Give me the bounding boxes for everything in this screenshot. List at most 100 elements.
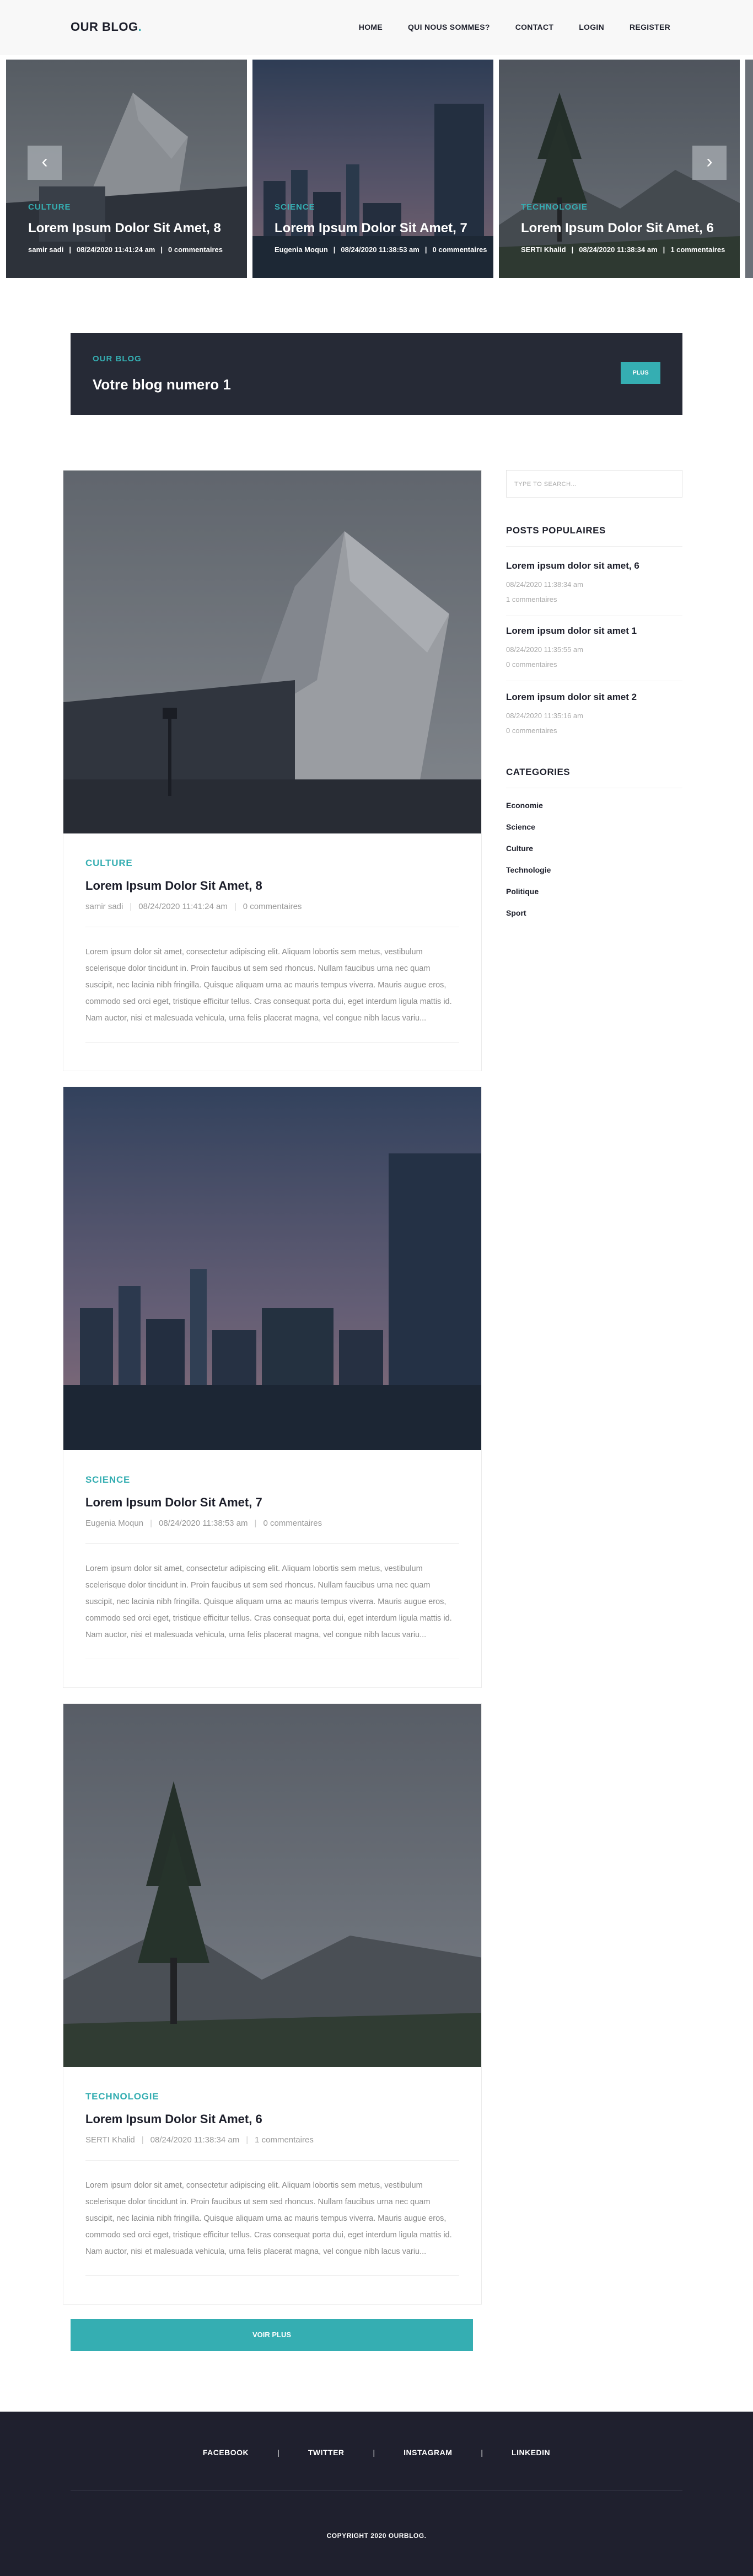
post-image[interactable] bbox=[63, 1087, 481, 1450]
post-meta: SERTI Khalid | 08/24/2020 11:38:34 am | 1 co… bbox=[85, 2135, 314, 2145]
post-author: Eugenia Moqun bbox=[85, 1519, 144, 1528]
post-date: 08/24/2020 11:38:53 am bbox=[159, 1519, 248, 1528]
popular-post-item[interactable]: Lorem ipsum dolor sit amet, 6 08/24/2020… bbox=[506, 560, 682, 603]
nav-contact[interactable]: CONTACT bbox=[515, 23, 554, 31]
nav-home[interactable]: HOME bbox=[359, 23, 383, 31]
popular-post-item[interactable]: Lorem ipsum dolor sit amet 2 08/24/2020 … bbox=[506, 692, 682, 735]
copyright: COPYRIGHT 2020 OURBLOG. bbox=[326, 2532, 427, 2540]
search-input[interactable] bbox=[507, 471, 682, 497]
popular-post-item[interactable]: Lorem ipsum dolor sit amet 1 08/24/2020 … bbox=[506, 626, 682, 669]
post-excerpt: Lorem ipsum dolor sit amet, consectetur … bbox=[85, 948, 452, 1023]
carousel-slide[interactable]: SCIENCE Lorem Ipsum Dolor Sit Amet, 7 Eu… bbox=[252, 60, 493, 278]
post-card: TECHNOLOGIE Lorem Ipsum Dolor Sit Amet, … bbox=[63, 1703, 482, 2305]
category-link-sport[interactable]: Sport bbox=[506, 908, 551, 930]
nav-login[interactable]: LOGIN bbox=[579, 23, 604, 31]
popular-post-comments: 0 commentaires bbox=[506, 726, 557, 735]
category-link-culture[interactable]: Culture bbox=[506, 844, 551, 865]
popular-post-date: 08/24/2020 11:35:55 am bbox=[506, 645, 583, 654]
main-nav: HOME QUI NOUS SOMMES? CONTACT LOGIN REGI… bbox=[359, 23, 670, 31]
post-title[interactable]: Lorem Ipsum Dolor Sit Amet, 8 bbox=[85, 879, 459, 893]
popular-post-title[interactable]: Lorem ipsum dolor sit amet 2 bbox=[506, 692, 682, 703]
post-category[interactable]: SCIENCE bbox=[85, 1474, 459, 1485]
post-card: CULTURE Lorem Ipsum Dolor Sit Amet, 8 sa… bbox=[63, 470, 482, 1071]
carousel-prev-button[interactable]: ‹ bbox=[28, 146, 62, 180]
post-category[interactable]: CULTURE bbox=[85, 858, 459, 869]
slide-title[interactable]: Lorem Ipsum Dolor Sit Amet, 8 bbox=[28, 221, 221, 236]
logo-dot: . bbox=[138, 20, 142, 34]
slide-author: Eugenia Moqun bbox=[275, 245, 328, 254]
footer-separator: | bbox=[481, 2448, 483, 2457]
slide-date: 08/24/2020 11:38:34 am bbox=[579, 245, 658, 254]
slide-comments: 1 commentaires bbox=[670, 245, 725, 254]
banner-subtitle: OUR BLOG bbox=[93, 354, 142, 364]
popular-post-date: 08/24/2020 11:38:34 am bbox=[506, 580, 583, 589]
nav-about[interactable]: QUI NOUS SOMMES? bbox=[408, 23, 490, 31]
post-image[interactable] bbox=[63, 1704, 481, 2067]
popular-post-title[interactable]: Lorem ipsum dolor sit amet, 6 bbox=[506, 560, 682, 571]
slide-comments: 0 commentaires bbox=[168, 245, 223, 254]
popular-post-title[interactable]: Lorem ipsum dolor sit amet 1 bbox=[506, 626, 682, 637]
post-title[interactable]: Lorem Ipsum Dolor Sit Amet, 6 bbox=[85, 2112, 459, 2126]
slide-meta: Eugenia Moqun | 08/24/2020 11:38:53 am | 0 c… bbox=[275, 245, 487, 254]
post-comments: 0 commentaires bbox=[263, 1519, 322, 1528]
post-category[interactable]: TECHNOLOGIE bbox=[85, 2091, 459, 2102]
carousel-next-button[interactable]: › bbox=[692, 146, 727, 180]
carousel-slide-partial bbox=[745, 60, 753, 278]
slide-title[interactable]: Lorem Ipsum Dolor Sit Amet, 7 bbox=[275, 221, 467, 236]
post-author: samir sadi bbox=[85, 902, 123, 911]
post-card: SCIENCE Lorem Ipsum Dolor Sit Amet, 7 Eu… bbox=[63, 1087, 482, 1688]
post-meta: samir sadi | 08/24/2020 11:41:24 am | 0 comm… bbox=[85, 902, 302, 911]
categories-list: Economie Science Culture Technologie Pol… bbox=[506, 801, 551, 930]
category-link-science[interactable]: Science bbox=[506, 822, 551, 844]
popular-post-date: 08/24/2020 11:35:16 am bbox=[506, 712, 583, 720]
banner-plus-button[interactable]: PLUS bbox=[621, 362, 660, 384]
post-comments: 1 commentaires bbox=[255, 2135, 314, 2145]
nav-register[interactable]: REGISTER bbox=[630, 23, 670, 31]
slide-category[interactable]: TECHNOLOGIE bbox=[521, 202, 588, 212]
post-comments: 0 commentaires bbox=[243, 902, 302, 911]
slide-date: 08/24/2020 11:41:24 am bbox=[76, 245, 155, 254]
category-link-technologie[interactable]: Technologie bbox=[506, 865, 551, 887]
post-image[interactable] bbox=[63, 471, 481, 833]
blog-banner: OUR BLOG Votre blog numero 1 PLUS bbox=[71, 333, 682, 415]
post-date: 08/24/2020 11:41:24 am bbox=[138, 902, 228, 911]
facebook-link[interactable]: FACEBOOK bbox=[203, 2448, 249, 2457]
load-more-button[interactable]: VOIR PLUS bbox=[71, 2319, 473, 2351]
social-links: FACEBOOK | TWITTER | INSTAGRAM | LINKEDI… bbox=[0, 2448, 753, 2457]
footer-divider bbox=[71, 2490, 682, 2491]
popular-post-comments: 1 commentaires bbox=[506, 595, 557, 603]
footer-separator: | bbox=[277, 2448, 279, 2457]
search-box bbox=[506, 470, 682, 498]
site-footer: FACEBOOK | TWITTER | INSTAGRAM | LINKEDI… bbox=[0, 2412, 753, 2576]
slide-category[interactable]: SCIENCE bbox=[275, 202, 315, 212]
linkedin-link[interactable]: LINKEDIN bbox=[512, 2448, 550, 2457]
instagram-link[interactable]: INSTAGRAM bbox=[404, 2448, 452, 2457]
post-excerpt: Lorem ipsum dolor sit amet, consectetur … bbox=[85, 1564, 452, 1639]
slide-comments: 0 commentaires bbox=[432, 245, 487, 254]
category-link-politique[interactable]: Politique bbox=[506, 887, 551, 908]
category-link-economie[interactable]: Economie bbox=[506, 801, 551, 822]
banner-title: Votre blog numero 1 bbox=[93, 376, 231, 393]
twitter-link[interactable]: TWITTER bbox=[308, 2448, 345, 2457]
post-meta: Eugenia Moqun | 08/24/2020 11:38:53 am | 0 c… bbox=[85, 1519, 322, 1528]
post-excerpt: Lorem ipsum dolor sit amet, consectetur … bbox=[85, 2181, 452, 2256]
categories-heading: CATEGORIES bbox=[506, 767, 571, 777]
post-author: SERTI Khalid bbox=[85, 2135, 135, 2145]
slide-author: samir sadi bbox=[28, 245, 64, 254]
popular-posts-heading: POSTS POPULAIRES bbox=[506, 525, 606, 536]
footer-separator: | bbox=[373, 2448, 375, 2457]
post-title[interactable]: Lorem Ipsum Dolor Sit Amet, 7 bbox=[85, 1495, 459, 1510]
logo-text: OUR BLOG bbox=[71, 20, 138, 34]
slide-title[interactable]: Lorem Ipsum Dolor Sit Amet, 6 bbox=[521, 221, 714, 236]
site-header: OUR BLOG. HOME QUI NOUS SOMMES? CONTACT … bbox=[0, 0, 753, 55]
slide-author: SERTI Khalid bbox=[521, 245, 566, 254]
slide-meta: samir sadi | 08/24/2020 11:41:24 am | 0 comm… bbox=[28, 245, 223, 254]
featured-carousel: CULTURE Lorem Ipsum Dolor Sit Amet, 8 sa… bbox=[0, 60, 753, 278]
site-logo[interactable]: OUR BLOG. bbox=[71, 20, 142, 34]
popular-post-comments: 0 commentaires bbox=[506, 660, 557, 669]
slide-date: 08/24/2020 11:38:53 am bbox=[341, 245, 419, 254]
slide-meta: SERTI Khalid | 08/24/2020 11:38:34 am | 1 co… bbox=[521, 245, 725, 254]
post-date: 08/24/2020 11:38:34 am bbox=[150, 2135, 240, 2145]
slide-category[interactable]: CULTURE bbox=[28, 202, 71, 212]
divider bbox=[506, 546, 682, 547]
